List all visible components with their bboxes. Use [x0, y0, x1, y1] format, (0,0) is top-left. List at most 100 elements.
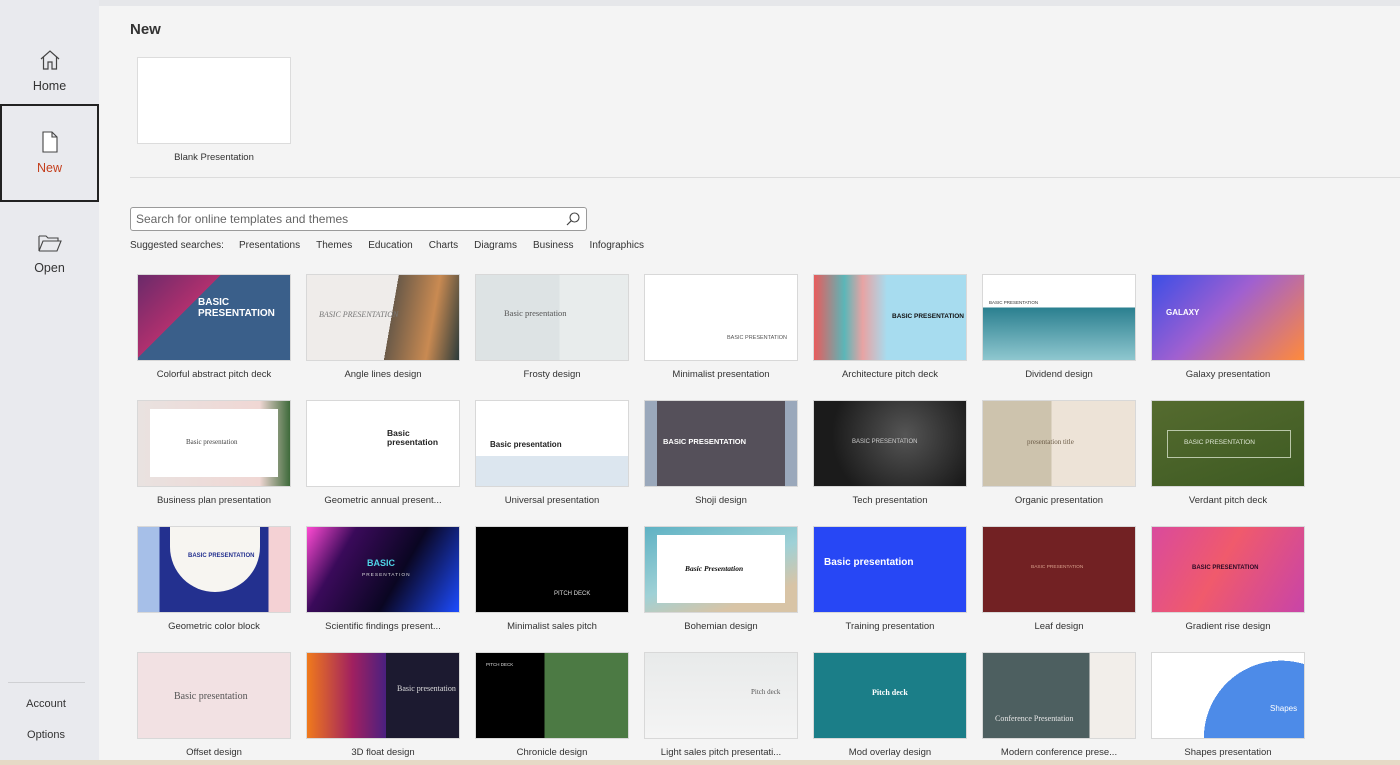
sidebar-account-link[interactable]: Account — [0, 698, 92, 710]
template-name: Training presentation — [845, 621, 935, 632]
template-thumbnail[interactable]: presentation title — [982, 400, 1136, 487]
thumbnail-title-text: Pitch deck — [872, 688, 908, 697]
suggested-search-diagrams[interactable]: Diagrams — [474, 240, 517, 251]
thumbnail-title-text: BASIC PRESENTATION — [198, 297, 275, 319]
template-tile[interactable]: BASIC PRESENTATION Gradient rise design — [1151, 526, 1305, 632]
template-name: Universal presentation — [504, 495, 600, 506]
template-tile[interactable]: BASIC PRESENTATION Leaf design — [982, 526, 1136, 632]
thumbnail-title-text: Conference Presentation — [995, 714, 1074, 723]
template-tile[interactable]: Conference Presentation Modern conference… — [982, 652, 1136, 758]
template-tile[interactable]: BASIC PRESENTATION Angle lines design — [306, 274, 460, 380]
template-thumbnail[interactable]: PITCH DECK — [475, 526, 629, 613]
template-name: Chronicle design — [516, 747, 588, 758]
thumbnail-title-text: BASIC PRESENTATION — [663, 437, 747, 446]
template-thumbnail[interactable]: BASIC PRESENTATION — [137, 274, 291, 361]
thumbnail-title-text: presentation title — [1027, 438, 1074, 446]
thumbnail-title-text: Basic presentation — [174, 691, 248, 702]
section-divider — [130, 177, 1400, 178]
template-thumbnail[interactable]: Basic presentation — [306, 400, 460, 487]
sidebar-item-open[interactable]: Open — [0, 205, 99, 303]
template-thumbnail[interactable]: GALAXY — [1151, 274, 1305, 361]
template-thumbnail[interactable]: BASIC PRESENTATION — [1151, 526, 1305, 613]
template-name: Architecture pitch deck — [841, 369, 939, 380]
template-name: Offset design — [186, 747, 242, 758]
template-thumbnail[interactable]: BASIC PRESENTATION — [982, 274, 1136, 361]
template-tile[interactable]: BASIC PRESENTATION Geometric color block — [137, 526, 291, 632]
template-thumbnail[interactable]: Pitch deck — [813, 652, 967, 739]
template-thumbnail[interactable]: Shapes — [1151, 652, 1305, 739]
search-icon[interactable] — [565, 211, 581, 227]
template-tile[interactable]: BASIC PRESENTATION Verdant pitch deck — [1151, 400, 1305, 506]
template-name: Minimalist sales pitch — [507, 621, 597, 632]
thumbnail-title-text: Basic presentation — [186, 438, 238, 446]
template-tile[interactable]: Pitch deck Mod overlay design — [813, 652, 967, 758]
template-tile[interactable]: Basic Presentation Bohemian design — [644, 526, 798, 632]
template-tile[interactable]: PITCH DECK Minimalist sales pitch — [475, 526, 629, 632]
suggested-search-infographics[interactable]: Infographics — [590, 240, 644, 251]
template-tile[interactable]: presentation title Organic presentation — [982, 400, 1136, 506]
thumbnail-title-text: BASIC PRESENTATION — [1031, 565, 1084, 570]
thumbnail-title-text: Basic presentation — [504, 308, 567, 318]
template-name: Colorful abstract pitch deck — [156, 369, 272, 380]
suggested-search-business[interactable]: Business — [533, 240, 574, 251]
template-tile[interactable]: BASIC PRESENTATION Minimalist presentatio… — [644, 274, 798, 380]
template-name: Galaxy presentation — [1185, 369, 1271, 380]
template-thumbnail[interactable]: Basic presentation — [475, 400, 629, 487]
template-tile[interactable]: BASIC PRESENTATION Dividend design — [982, 274, 1136, 380]
template-thumbnail[interactable]: Basic presentation — [475, 274, 629, 361]
template-thumbnail[interactable]: Basic presentation — [137, 400, 291, 487]
template-thumbnail[interactable]: Basic presentation — [813, 526, 967, 613]
template-tile[interactable]: Pitch deck Light sales pitch presentati..… — [644, 652, 798, 758]
template-thumbnail[interactable]: BASIC PRESENTATION — [306, 526, 460, 613]
template-tile[interactable]: Basic presentation Offset design — [137, 652, 291, 758]
suggested-search-presentations[interactable]: Presentations — [239, 240, 300, 251]
thumbnail-title-text: BASIC — [367, 558, 396, 568]
template-name: Tech presentation — [852, 495, 928, 506]
template-tile[interactable]: Basic presentation Business plan presenta… — [137, 400, 291, 506]
template-thumbnail[interactable]: BASIC PRESENTATION — [137, 526, 291, 613]
thumbnail-title-text: BASIC PRESENTATION — [1184, 439, 1255, 446]
template-thumbnail[interactable]: BASIC PRESENTATION — [982, 526, 1136, 613]
template-name: Modern conference prese... — [1000, 747, 1118, 758]
template-thumbnail[interactable]: BASIC PRESENTATION — [306, 274, 460, 361]
template-thumbnail[interactable]: BASIC PRESENTATION — [813, 400, 967, 487]
template-tile[interactable]: BASIC PRESENTATION Scientific findings pre… — [306, 526, 460, 632]
template-name: Organic presentation — [1014, 495, 1104, 506]
template-name: Angle lines design — [344, 369, 422, 380]
template-name: Frosty design — [523, 369, 581, 380]
template-tile[interactable]: BASIC PRESENTATION Colorful abstract pitc… — [137, 274, 291, 380]
template-tile[interactable]: Basic presentation Training presentation — [813, 526, 967, 632]
template-tile[interactable]: Shapes Shapes presentation — [1151, 652, 1305, 758]
template-tile[interactable]: Basic presentation Geometric annual prese… — [306, 400, 460, 506]
template-tile[interactable]: GALAXY Galaxy presentation — [1151, 274, 1305, 380]
new-panel: New Blank Presentation Suggested searche… — [99, 6, 1400, 765]
sidebar-options-link[interactable]: Options — [0, 729, 92, 741]
template-thumbnail[interactable]: BASIC PRESENTATION — [644, 400, 798, 487]
sidebar-item-new[interactable]: New — [0, 104, 99, 202]
template-tile[interactable]: Basic presentation Universal presentation — [475, 400, 629, 506]
thumbnail-title-text: BASIC PRESENTATION — [319, 310, 399, 319]
template-thumbnail[interactable]: Basic Presentation — [644, 526, 798, 613]
template-search-input[interactable] — [131, 208, 551, 230]
template-thumbnail[interactable]: BASIC PRESENTATION — [1151, 400, 1305, 487]
template-tile[interactable]: PITCH DECK Chronicle design — [475, 652, 629, 758]
suggested-search-charts[interactable]: Charts — [429, 240, 458, 251]
template-thumbnail[interactable]: Conference Presentation — [982, 652, 1136, 739]
template-tile[interactable]: Basic presentation 3D float design — [306, 652, 460, 758]
suggested-search-themes[interactable]: Themes — [316, 240, 352, 251]
blank-presentation-thumbnail[interactable] — [137, 57, 291, 144]
template-thumbnail[interactable]: Pitch deck — [644, 652, 798, 739]
template-thumbnail[interactable]: Basic presentation — [306, 652, 460, 739]
template-thumbnail[interactable]: BASIC PRESENTATION — [813, 274, 967, 361]
thumbnail-title-text: Basic presentation — [387, 428, 439, 448]
template-thumbnail[interactable]: PITCH DECK — [475, 652, 629, 739]
template-tile[interactable]: BASIC PRESENTATION Shoji design — [644, 400, 798, 506]
template-tile[interactable]: Basic presentation Frosty design — [475, 274, 629, 380]
template-tile[interactable]: BASIC PRESENTATION Tech presentation — [813, 400, 967, 506]
template-tile[interactable]: BASIC PRESENTATION Architecture pitch dec… — [813, 274, 967, 380]
backstage-sidebar: Home New Open Account Options — [0, 0, 99, 765]
suggested-search-education[interactable]: Education — [368, 240, 412, 251]
thumbnail-title-text: PITCH DECK — [486, 662, 514, 667]
template-thumbnail[interactable]: BASIC PRESENTATION — [644, 274, 798, 361]
template-thumbnail[interactable]: Basic presentation — [137, 652, 291, 739]
